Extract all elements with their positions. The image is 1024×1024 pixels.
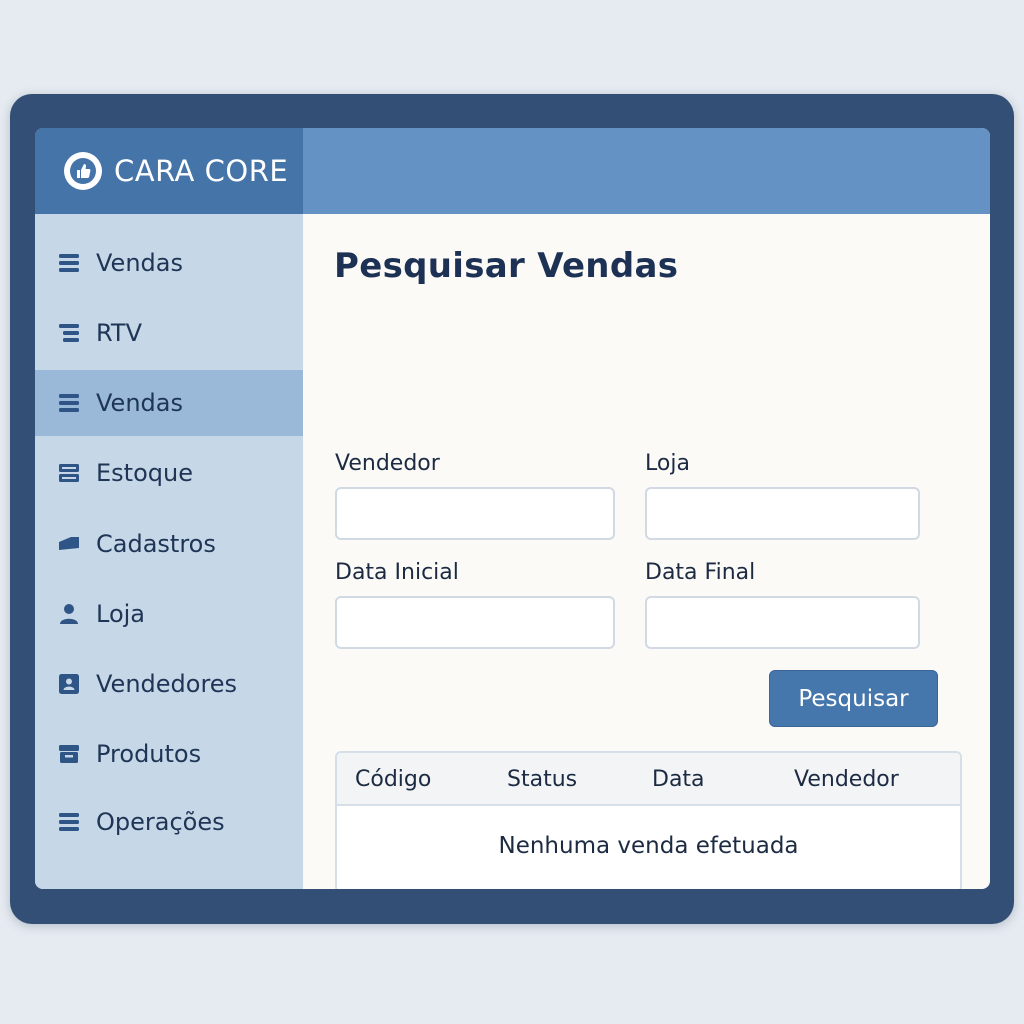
sidebar-item-label: Estoque bbox=[96, 459, 193, 487]
list-icon bbox=[57, 251, 81, 275]
loja-input[interactable] bbox=[645, 487, 920, 540]
sidebar-item-estoque[interactable]: Estoque bbox=[35, 440, 303, 506]
sidebar-item-loja[interactable]: Loja bbox=[35, 581, 303, 647]
vendedor-label: Vendedor bbox=[335, 451, 440, 476]
sidebar-item-rtv[interactable]: RTV bbox=[35, 300, 303, 366]
search-button[interactable]: Pesquisar bbox=[769, 670, 938, 727]
sidebar-item-label: Cadastros bbox=[96, 530, 216, 558]
column-header-data[interactable]: Data bbox=[652, 767, 705, 792]
column-header-status[interactable]: Status bbox=[507, 767, 577, 792]
id-badge-icon bbox=[57, 672, 81, 696]
data-inicial-label: Data Inicial bbox=[335, 560, 459, 585]
brand[interactable]: CARA CORE bbox=[35, 128, 303, 214]
thumbs-up-icon bbox=[64, 152, 102, 190]
stack-icon bbox=[57, 461, 81, 485]
sidebar-item-cadastros[interactable]: Cadastros bbox=[35, 511, 303, 577]
device-frame: CARA CORE Vendas RTV Vendas Estoque Cada… bbox=[10, 94, 1014, 924]
sidebar: Vendas RTV Vendas Estoque Cadastros Loja… bbox=[35, 214, 303, 889]
data-inicial-input[interactable] bbox=[335, 596, 615, 649]
app-name: CARA CORE bbox=[114, 154, 289, 188]
data-final-label: Data Final bbox=[645, 560, 756, 585]
sidebar-item-produtos[interactable]: Produtos bbox=[35, 721, 303, 787]
empty-state-message: Nenhuma venda efetuada bbox=[498, 833, 799, 859]
column-header-vendedor[interactable]: Vendedor bbox=[794, 767, 899, 792]
sidebar-item-label: Loja bbox=[96, 600, 146, 628]
sidebar-item-label: Vendedores bbox=[96, 670, 238, 698]
sidebar-item-vendas[interactable]: Vendas bbox=[35, 230, 303, 296]
table-header: Código Status Data Vendedor bbox=[337, 753, 960, 806]
sidebar-item-label: Operações bbox=[96, 808, 225, 836]
sidebar-item-label: RTV bbox=[96, 319, 143, 347]
page-title: Pesquisar Vendas bbox=[334, 246, 679, 286]
sidebar-item-label: Vendas bbox=[96, 389, 183, 417]
sidebar-item-label: Produtos bbox=[96, 740, 202, 768]
sidebar-item-operacoes[interactable]: Operações bbox=[35, 789, 303, 855]
top-bar: CARA CORE bbox=[35, 128, 990, 214]
data-final-input[interactable] bbox=[645, 596, 920, 649]
tag-icon bbox=[57, 532, 81, 556]
results-table: Código Status Data Vendedor Nenhuma vend… bbox=[335, 751, 962, 889]
loja-label: Loja bbox=[645, 451, 690, 476]
sidebar-item-vendedores[interactable]: Vendedores bbox=[35, 651, 303, 717]
sidebar-item-label: Vendas bbox=[96, 249, 183, 277]
vendedor-input[interactable] bbox=[335, 487, 615, 540]
box-icon bbox=[57, 742, 81, 766]
user-icon bbox=[57, 602, 81, 626]
sidebar-item-vendas-selected[interactable]: Vendas bbox=[35, 370, 303, 436]
app-window: CARA CORE Vendas RTV Vendas Estoque Cada… bbox=[35, 128, 990, 889]
column-header-codigo[interactable]: Código bbox=[355, 767, 431, 792]
list-icon bbox=[57, 810, 81, 834]
list-icon bbox=[57, 321, 81, 345]
main-content: Pesquisar Vendas Vendedor Loja Data Inic… bbox=[303, 214, 990, 889]
list-icon bbox=[57, 391, 81, 415]
